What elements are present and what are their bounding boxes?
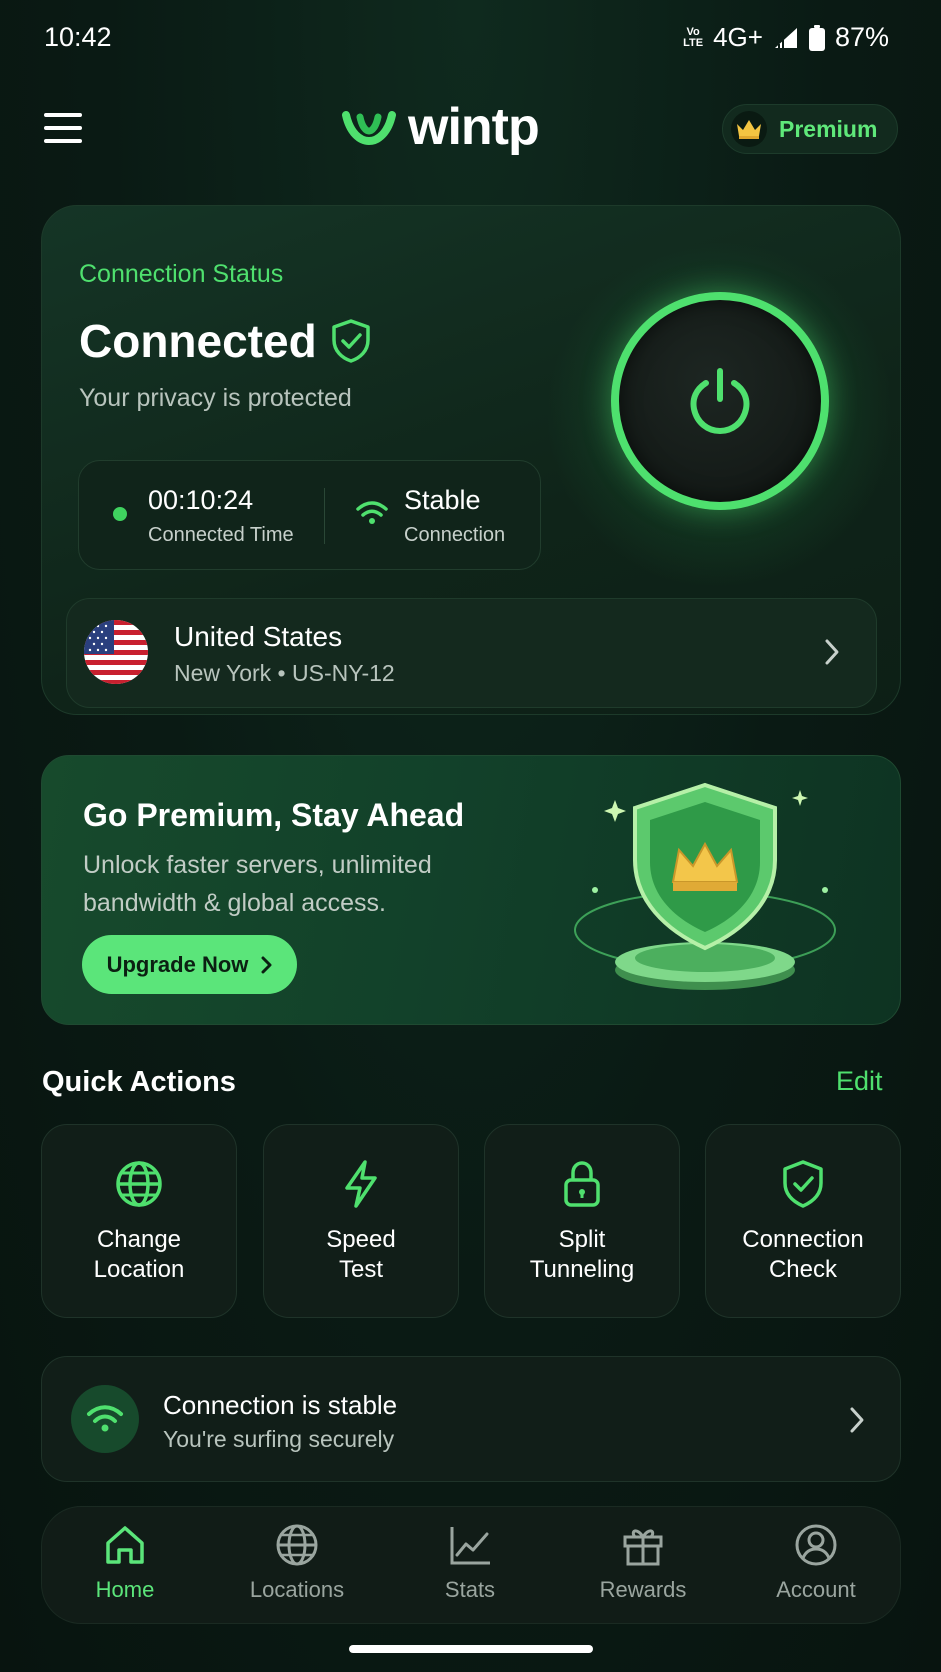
nav-rewards[interactable]: Rewards [573, 1523, 713, 1603]
menu-icon-line [44, 113, 82, 117]
connected-time-value: 00:10:24 [148, 485, 254, 515]
crown-icon [737, 120, 761, 139]
lock-icon [564, 1161, 600, 1207]
stats-divider [324, 488, 325, 544]
split-tunneling-button[interactable]: Split Tunneling [484, 1124, 680, 1318]
menu-button[interactable] [44, 113, 82, 143]
chevron-right-icon [850, 1407, 864, 1433]
connection-subtitle: Your privacy is protected [79, 384, 352, 412]
user-icon [795, 1524, 837, 1566]
wifi-icon-wrap [71, 1385, 139, 1453]
power-icon [690, 368, 750, 435]
change-location-button[interactable]: Change Location [41, 1124, 237, 1318]
premium-button[interactable]: Premium [722, 104, 898, 154]
quick-action-label: Split Tunneling [529, 1226, 635, 1283]
globe-icon [276, 1524, 318, 1566]
premium-shield-illustration [574, 782, 836, 990]
menu-icon-line [44, 126, 82, 130]
promo-title: Go Premium, Stay Ahead [83, 797, 465, 833]
connection-quality-value: Stable [404, 485, 481, 515]
menu-icon-line [44, 139, 82, 143]
connection-quality-label: Connection [404, 524, 506, 546]
shield-check-icon [783, 1160, 823, 1208]
gift-icon [623, 1529, 663, 1566]
shield-check-icon [332, 319, 370, 363]
location-country: United States [174, 621, 343, 652]
quick-action-label: Speed Test [326, 1226, 396, 1283]
nav-home[interactable]: Home [55, 1523, 195, 1603]
nav-label: Locations [249, 1577, 345, 1602]
nav-label: Home [95, 1577, 155, 1602]
app-logo: wintp [342, 97, 540, 157]
nav-label: Rewards [599, 1577, 687, 1602]
wifi-icon [87, 1405, 123, 1432]
home-indicator[interactable] [349, 1645, 593, 1653]
connection-status-label: Connection Status [79, 260, 284, 288]
status-time: 10:42 [44, 22, 112, 52]
nav-label: Stats [444, 1577, 496, 1602]
connection-check-button[interactable]: Connection Check [705, 1124, 901, 1318]
us-flag-icon [84, 620, 148, 684]
globe-icon [116, 1161, 162, 1207]
bolt-icon [345, 1160, 377, 1208]
location-detail: New York • US-NY-12 [174, 660, 395, 686]
logo-mark-icon [342, 111, 396, 145]
stable-banner-title: Connection is stable [163, 1390, 398, 1420]
upgrade-label: Upgrade Now [106, 951, 249, 977]
nav-stats[interactable]: Stats [400, 1523, 540, 1603]
connected-time-label: Connected Time [148, 524, 294, 546]
chevron-right-icon [825, 639, 839, 665]
battery-percent: 87% [834, 22, 889, 52]
chart-icon [450, 1527, 490, 1565]
premium-label: Premium [779, 115, 878, 142]
signal-icon [774, 27, 797, 48]
connection-state: Connected [79, 315, 317, 367]
network-type: 4G+ [713, 22, 763, 52]
stable-banner-subtitle: You're surfing securely [163, 1426, 395, 1452]
upgrade-now-button[interactable]: Upgrade Now [82, 935, 297, 994]
speed-test-button[interactable]: Speed Test [263, 1124, 459, 1318]
battery-icon [808, 24, 825, 51]
quick-action-label: Change Location [93, 1226, 185, 1283]
edit-quick-actions-link[interactable]: Edit [836, 1066, 883, 1097]
promo-text: Unlock faster servers, unlimited bandwid… [83, 851, 432, 917]
crown-icon-wrap [731, 111, 767, 147]
home-icon [106, 1526, 144, 1564]
chevron-right-icon [261, 956, 272, 973]
nav-account[interactable]: Account [746, 1523, 886, 1603]
status-dot [113, 507, 127, 521]
nav-label: Account [776, 1577, 856, 1602]
logo-text: wintp [408, 98, 540, 156]
server-location-row[interactable] [66, 598, 877, 708]
wifi-icon [356, 501, 388, 524]
nav-locations[interactable]: Locations [227, 1523, 367, 1603]
volte-indicator: Vo LTE [683, 25, 704, 49]
quick-action-label: Connection Check [742, 1226, 864, 1283]
status-indicators: Vo LTE 4G+ 87% [683, 22, 889, 53]
power-button[interactable] [611, 292, 829, 510]
quick-actions-title: Quick Actions [42, 1066, 236, 1098]
